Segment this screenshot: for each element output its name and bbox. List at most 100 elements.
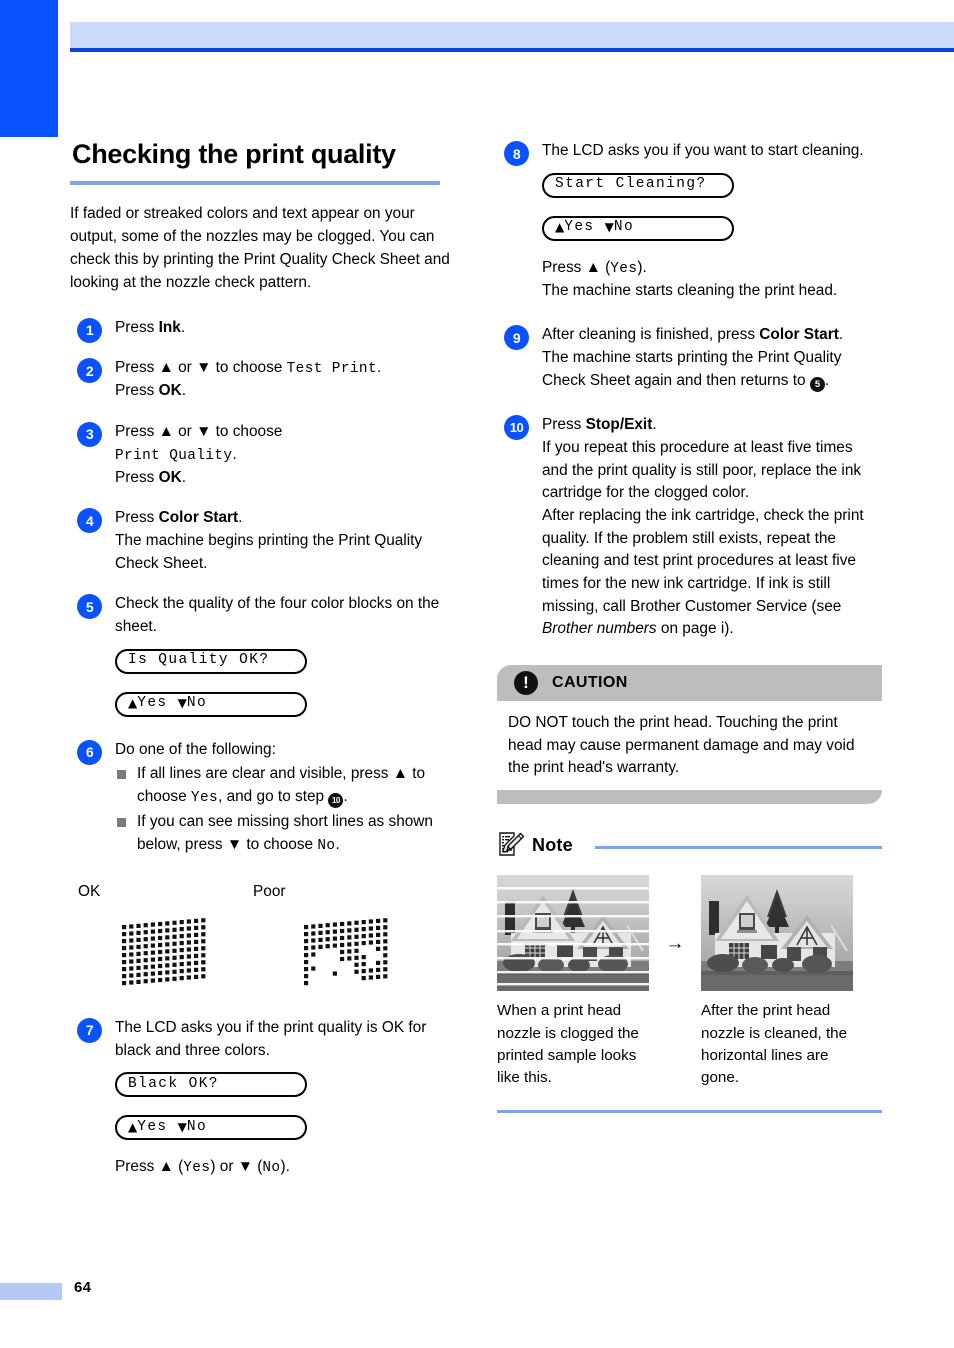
title-underline bbox=[70, 180, 440, 185]
caution-title: CAUTION bbox=[552, 673, 628, 691]
lcd-yes-label: Yes bbox=[137, 695, 168, 712]
down-arrow-icon: ▼ bbox=[177, 1119, 187, 1134]
up-arrow-icon: ▲ bbox=[128, 1119, 138, 1134]
step-text: Check the quality of the four color bloc… bbox=[115, 593, 455, 717]
note-pencil-icon bbox=[499, 832, 525, 856]
step-2: 2 Press ▲ or ▼ to choose Test Print. Pres… bbox=[70, 357, 455, 403]
after-a: Press ▲ ( bbox=[542, 258, 611, 276]
caution-footer bbox=[497, 790, 882, 805]
lcd-text: Start Cleaning? bbox=[555, 176, 707, 193]
step-6: 6 Do one of the following: If all lines … bbox=[70, 739, 455, 857]
step-5-line1: Check the quality of the four color bloc… bbox=[115, 595, 440, 635]
step-1: 1 Press Ink. bbox=[70, 317, 455, 343]
header-rule bbox=[70, 48, 954, 52]
step-1-suffix: . bbox=[180, 318, 186, 336]
lcd-display-is-quality-ok: Is Quality OK? bbox=[115, 648, 307, 674]
after-c: ). bbox=[280, 1158, 290, 1176]
step-3: 3 Press ▲ or ▼ to choose Print Quality. Pr… bbox=[70, 421, 455, 489]
step-ref-5-icon: 5 bbox=[809, 376, 825, 392]
step-2-line2-suffix: . bbox=[181, 382, 186, 400]
after-b: ). bbox=[637, 258, 647, 276]
pattern-label-poor: Poor bbox=[253, 882, 286, 900]
step-text: The LCD asks you if you want to start cl… bbox=[542, 140, 882, 302]
right-column: 8 The LCD asks you if you want to start … bbox=[497, 140, 882, 1113]
note-bottom-rule bbox=[497, 1109, 882, 1113]
step-text: The LCD asks you if the print quality is… bbox=[115, 1017, 455, 1179]
step-3-key: OK bbox=[158, 468, 182, 486]
step-text: Press ▲ or ▼ to choose Print Quality. Pres… bbox=[115, 421, 455, 489]
step-6-bullets: If all lines are clear and visible, pres… bbox=[115, 763, 455, 857]
lcd-display-yes-no: ▲ Yes ▼ No bbox=[542, 215, 734, 241]
lcd-no-label: No bbox=[613, 219, 635, 236]
step-7-after: Press ▲ (Yes) or ▼ (No). bbox=[115, 1156, 455, 1179]
step-text: Press Ink. bbox=[115, 317, 455, 340]
footer-bar bbox=[0, 1283, 62, 1300]
step-8: 8 The LCD asks you if you want to start … bbox=[497, 140, 882, 302]
step-9-period: . bbox=[838, 326, 844, 344]
figure-cleaned: After the print head nozzle is cleaned, … bbox=[701, 875, 853, 1089]
square-bullet-icon bbox=[117, 770, 126, 780]
left-column: Checking the print quality If faded or s… bbox=[70, 139, 455, 1197]
after-line2: The machine starts cleaning the print he… bbox=[542, 281, 838, 299]
after-a: Press ▲ ( bbox=[115, 1158, 184, 1176]
lcd-gap bbox=[595, 217, 605, 238]
house-photo-cleaned-icon bbox=[701, 875, 853, 992]
step-9-end: . bbox=[824, 371, 830, 389]
step-number: 1 bbox=[77, 317, 102, 343]
step-9-line2: The machine starts printing the Print Qu… bbox=[542, 349, 842, 389]
step-2-key: OK bbox=[158, 382, 182, 400]
cross-ref-brother-numbers: Brother numbers bbox=[542, 620, 657, 638]
step-text: Do one of the following: If all lines ar… bbox=[115, 739, 455, 857]
step-5: 5 Check the quality of the four color bl… bbox=[70, 593, 455, 717]
square-bullet-icon bbox=[117, 818, 126, 828]
step-4: 4 Press Color Start. The machine begins p… bbox=[70, 507, 455, 575]
step-2-line1: Press ▲ or ▼ to choose bbox=[115, 359, 287, 377]
step-1-key: Ink bbox=[158, 318, 181, 336]
step-number: 2 bbox=[77, 358, 102, 384]
lcd-display-yes-no: ▲ Yes ▼ No bbox=[115, 1115, 307, 1141]
note-box: Note When a print head nozzle is clogged… bbox=[497, 831, 882, 1113]
step-number: 10 bbox=[504, 415, 529, 441]
step-10-prefix: Press bbox=[542, 416, 586, 434]
step-4-prefix: Press bbox=[115, 509, 159, 527]
note-header: Note bbox=[497, 831, 882, 859]
step-7-line1: The LCD asks you if the print quality is… bbox=[115, 1018, 427, 1059]
lcd-display-start-cleaning: Start Cleaning? bbox=[542, 172, 734, 198]
pattern-labels: OK Poor bbox=[70, 883, 455, 905]
bullet-1-yes: Yes bbox=[190, 789, 219, 806]
lcd-display-black-ok: Black OK? bbox=[115, 1072, 307, 1098]
note-title: Note bbox=[532, 834, 573, 855]
after-no: No bbox=[262, 1160, 281, 1177]
up-arrow-icon: ▲ bbox=[128, 696, 138, 711]
figure-caption: When a print head nozzle is clogged the … bbox=[497, 1002, 639, 1087]
header-blue-tab bbox=[0, 0, 58, 137]
figure-caption: After the print head nozzle is cleaned, … bbox=[701, 1002, 848, 1087]
step-ref-10-icon: 10 bbox=[328, 793, 344, 809]
nozzle-pattern-poor-icon bbox=[304, 918, 388, 986]
lcd-yes-label: Yes bbox=[564, 219, 595, 236]
step-3-line3-suffix: . bbox=[181, 468, 186, 486]
step-3-period: . bbox=[232, 445, 237, 463]
after-yes: Yes bbox=[183, 1160, 211, 1177]
nozzle-pattern-ok-icon bbox=[122, 918, 206, 986]
step-10-line3a: After replacing the ink cartridge, check… bbox=[542, 506, 864, 615]
note-figures: When a print head nozzle is clogged the … bbox=[497, 875, 882, 1113]
step-text: After cleaning is finished, press Color … bbox=[542, 324, 882, 392]
note-rule bbox=[594, 845, 882, 849]
arrow-right-icon: → bbox=[665, 933, 685, 955]
step-10-line3b: on page i). bbox=[656, 620, 734, 638]
lcd-no-label: No bbox=[186, 1119, 208, 1135]
up-arrow-icon: ▲ bbox=[555, 220, 565, 235]
step-2-lcd-term: Test Print bbox=[286, 361, 377, 378]
manual-page: Checking the print quality If faded or s… bbox=[0, 0, 954, 1348]
step-text: Press Color Start. The machine begins pri… bbox=[115, 507, 455, 575]
list-item: If you can see missing short lines as sh… bbox=[115, 811, 455, 857]
step-3-line3-prefix: Press bbox=[115, 468, 159, 486]
step-text: Press Stop/Exit. If you repeat this proce… bbox=[542, 414, 882, 640]
bullet-1-c: . bbox=[343, 787, 348, 805]
step-4-period: . bbox=[238, 509, 243, 527]
step-text: Press ▲ or ▼ to choose Test Print. Press … bbox=[115, 357, 455, 403]
step-10-period: . bbox=[652, 416, 657, 434]
bullet-2-a: If you can see missing short lines as sh… bbox=[137, 813, 433, 853]
step-8-after: Press ▲ (Yes). The machine starts cleanin… bbox=[542, 257, 882, 303]
